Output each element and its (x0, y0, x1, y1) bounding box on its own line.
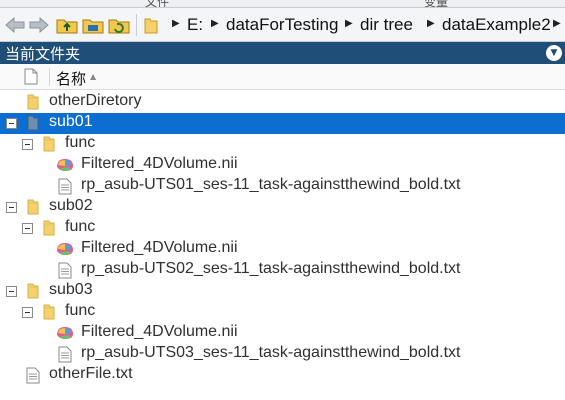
tree-row-folder[interactable]: otherDiretory (0, 92, 565, 113)
breadcrumb-dataForTesting[interactable]: dataForTesting (226, 15, 338, 35)
tree-row-file[interactable]: rp_asub-UTS02_ses-11_task-againstthewind… (0, 260, 565, 281)
text-file-icon (58, 178, 72, 195)
collapse-toggle-icon[interactable] (22, 223, 33, 234)
folder-icon (26, 94, 40, 110)
text-file-icon (58, 346, 72, 363)
tree-item-label: otherFile.txt (49, 365, 133, 382)
back-arrow-icon (5, 17, 25, 33)
tree-item-label: func (65, 134, 96, 151)
breadcrumb-arrow-icon[interactable]: ▶ (553, 18, 561, 29)
tree-row-file[interactable]: rp_asub-UTS01_ses-11_task-againstthewind… (0, 176, 565, 197)
tree-row-folder[interactable]: sub02 (0, 197, 565, 218)
panel-actions-button[interactable]: ▼ (546, 45, 562, 61)
tree-item-label: Filtered_4DVolume.nii (81, 155, 238, 172)
up-folder-icon (56, 19, 78, 34)
tree-item-label: Filtered_4DVolume.nii (81, 239, 238, 256)
nifti-volume-icon (56, 157, 74, 173)
breadcrumb-arrow-icon[interactable]: ▶ (427, 18, 435, 29)
folder-icon (26, 199, 40, 215)
tree-item-label: rp_asub-UTS02_ses-11_task-againstthewind… (81, 260, 461, 277)
breadcrumb-dataExample2[interactable]: dataExample2 (442, 15, 551, 35)
tree-item-label: rp_asub-UTS03_ses-11_task-againstthewind… (81, 344, 461, 361)
collapse-toggle-icon[interactable] (22, 307, 33, 318)
collapse-toggle-icon[interactable] (6, 202, 17, 213)
tree-row-file[interactable]: Filtered_4DVolume.nii (0, 239, 565, 260)
breadcrumb-drive[interactable]: E: (187, 15, 203, 35)
nifti-volume-icon (56, 241, 74, 257)
text-file-icon (58, 262, 72, 279)
back-button[interactable] (4, 15, 26, 35)
folder-icon (42, 304, 56, 320)
breadcrumb-arrow-icon[interactable]: ▶ (172, 18, 180, 29)
tree-row-file[interactable]: Filtered_4DVolume.nii (0, 155, 565, 176)
tree-row-folder[interactable]: func (0, 134, 565, 155)
file-panel-label: 文件 (145, 0, 170, 8)
variable-panel-label: 变量 (424, 0, 449, 8)
refresh-button[interactable] (108, 15, 130, 35)
tree-item-label: func (65, 218, 96, 235)
top-panel-strip: 文件 变量 (0, 0, 565, 8)
breadcrumb-arrow-icon[interactable]: ▶ (345, 18, 353, 29)
collapse-toggle-icon[interactable] (6, 118, 17, 129)
sort-ascending-icon: ▲ (90, 72, 97, 81)
folder-icon (26, 283, 40, 299)
current-folder-titlebar: 当前文件夹 ▼ (0, 42, 565, 64)
file-type-column-icon[interactable] (24, 68, 38, 85)
collapse-toggle-icon[interactable] (22, 139, 33, 150)
nifti-volume-icon (56, 325, 74, 341)
tree-row-file[interactable]: rp_asub-UTS03_ses-11_task-againstthewind… (0, 344, 565, 365)
folder-icon (42, 220, 56, 236)
panel-title: 当前文件夹 (5, 45, 81, 63)
column-header: 名称 ▲ (0, 64, 565, 90)
text-file-icon (26, 367, 40, 384)
chevron-down-icon: ▼ (550, 48, 558, 58)
forward-button[interactable] (28, 15, 50, 35)
folder-icon (26, 115, 40, 131)
address-folder-icon (144, 18, 158, 34)
toolbar-divider (136, 14, 137, 36)
up-folder-button[interactable] (56, 15, 78, 35)
tree-item-label: sub01 (49, 113, 93, 130)
tree-row-file[interactable]: otherFile.txt (0, 365, 565, 386)
tree-item-label: otherDiretory (49, 92, 142, 109)
tree-item-label: rp_asub-UTS01_ses-11_task-againstthewind… (81, 176, 461, 193)
breadcrumb-arrow-icon[interactable]: ▶ (211, 18, 219, 29)
folder-icon (42, 136, 56, 152)
column-name-header[interactable]: 名称 (56, 68, 86, 89)
refresh-folder-icon (108, 19, 130, 34)
collapse-toggle-icon[interactable] (6, 286, 17, 297)
tree-row-folder[interactable]: func (0, 302, 565, 323)
forward-arrow-icon (29, 17, 49, 33)
tree-row-folder[interactable]: sub03 (0, 281, 565, 302)
breadcrumb-dir-tree[interactable]: dir tree (360, 15, 413, 35)
tree-item-label: func (65, 302, 96, 319)
browse-folder-button[interactable] (82, 15, 104, 35)
column-divider[interactable] (49, 68, 50, 86)
tree-item-label: Filtered_4DVolume.nii (81, 323, 238, 340)
browse-folder-icon (82, 19, 104, 34)
address-toolbar: ▶ E: ▶ dataForTesting ▶ dir tree ▶ dataE… (0, 8, 565, 42)
tree-item-label: sub03 (49, 281, 93, 298)
tree-row-folder[interactable]: func (0, 218, 565, 239)
tree-item-label: sub02 (49, 197, 93, 214)
tree-row-file[interactable]: Filtered_4DVolume.nii (0, 323, 565, 344)
tree-row-folder[interactable]: sub01 (0, 113, 565, 134)
